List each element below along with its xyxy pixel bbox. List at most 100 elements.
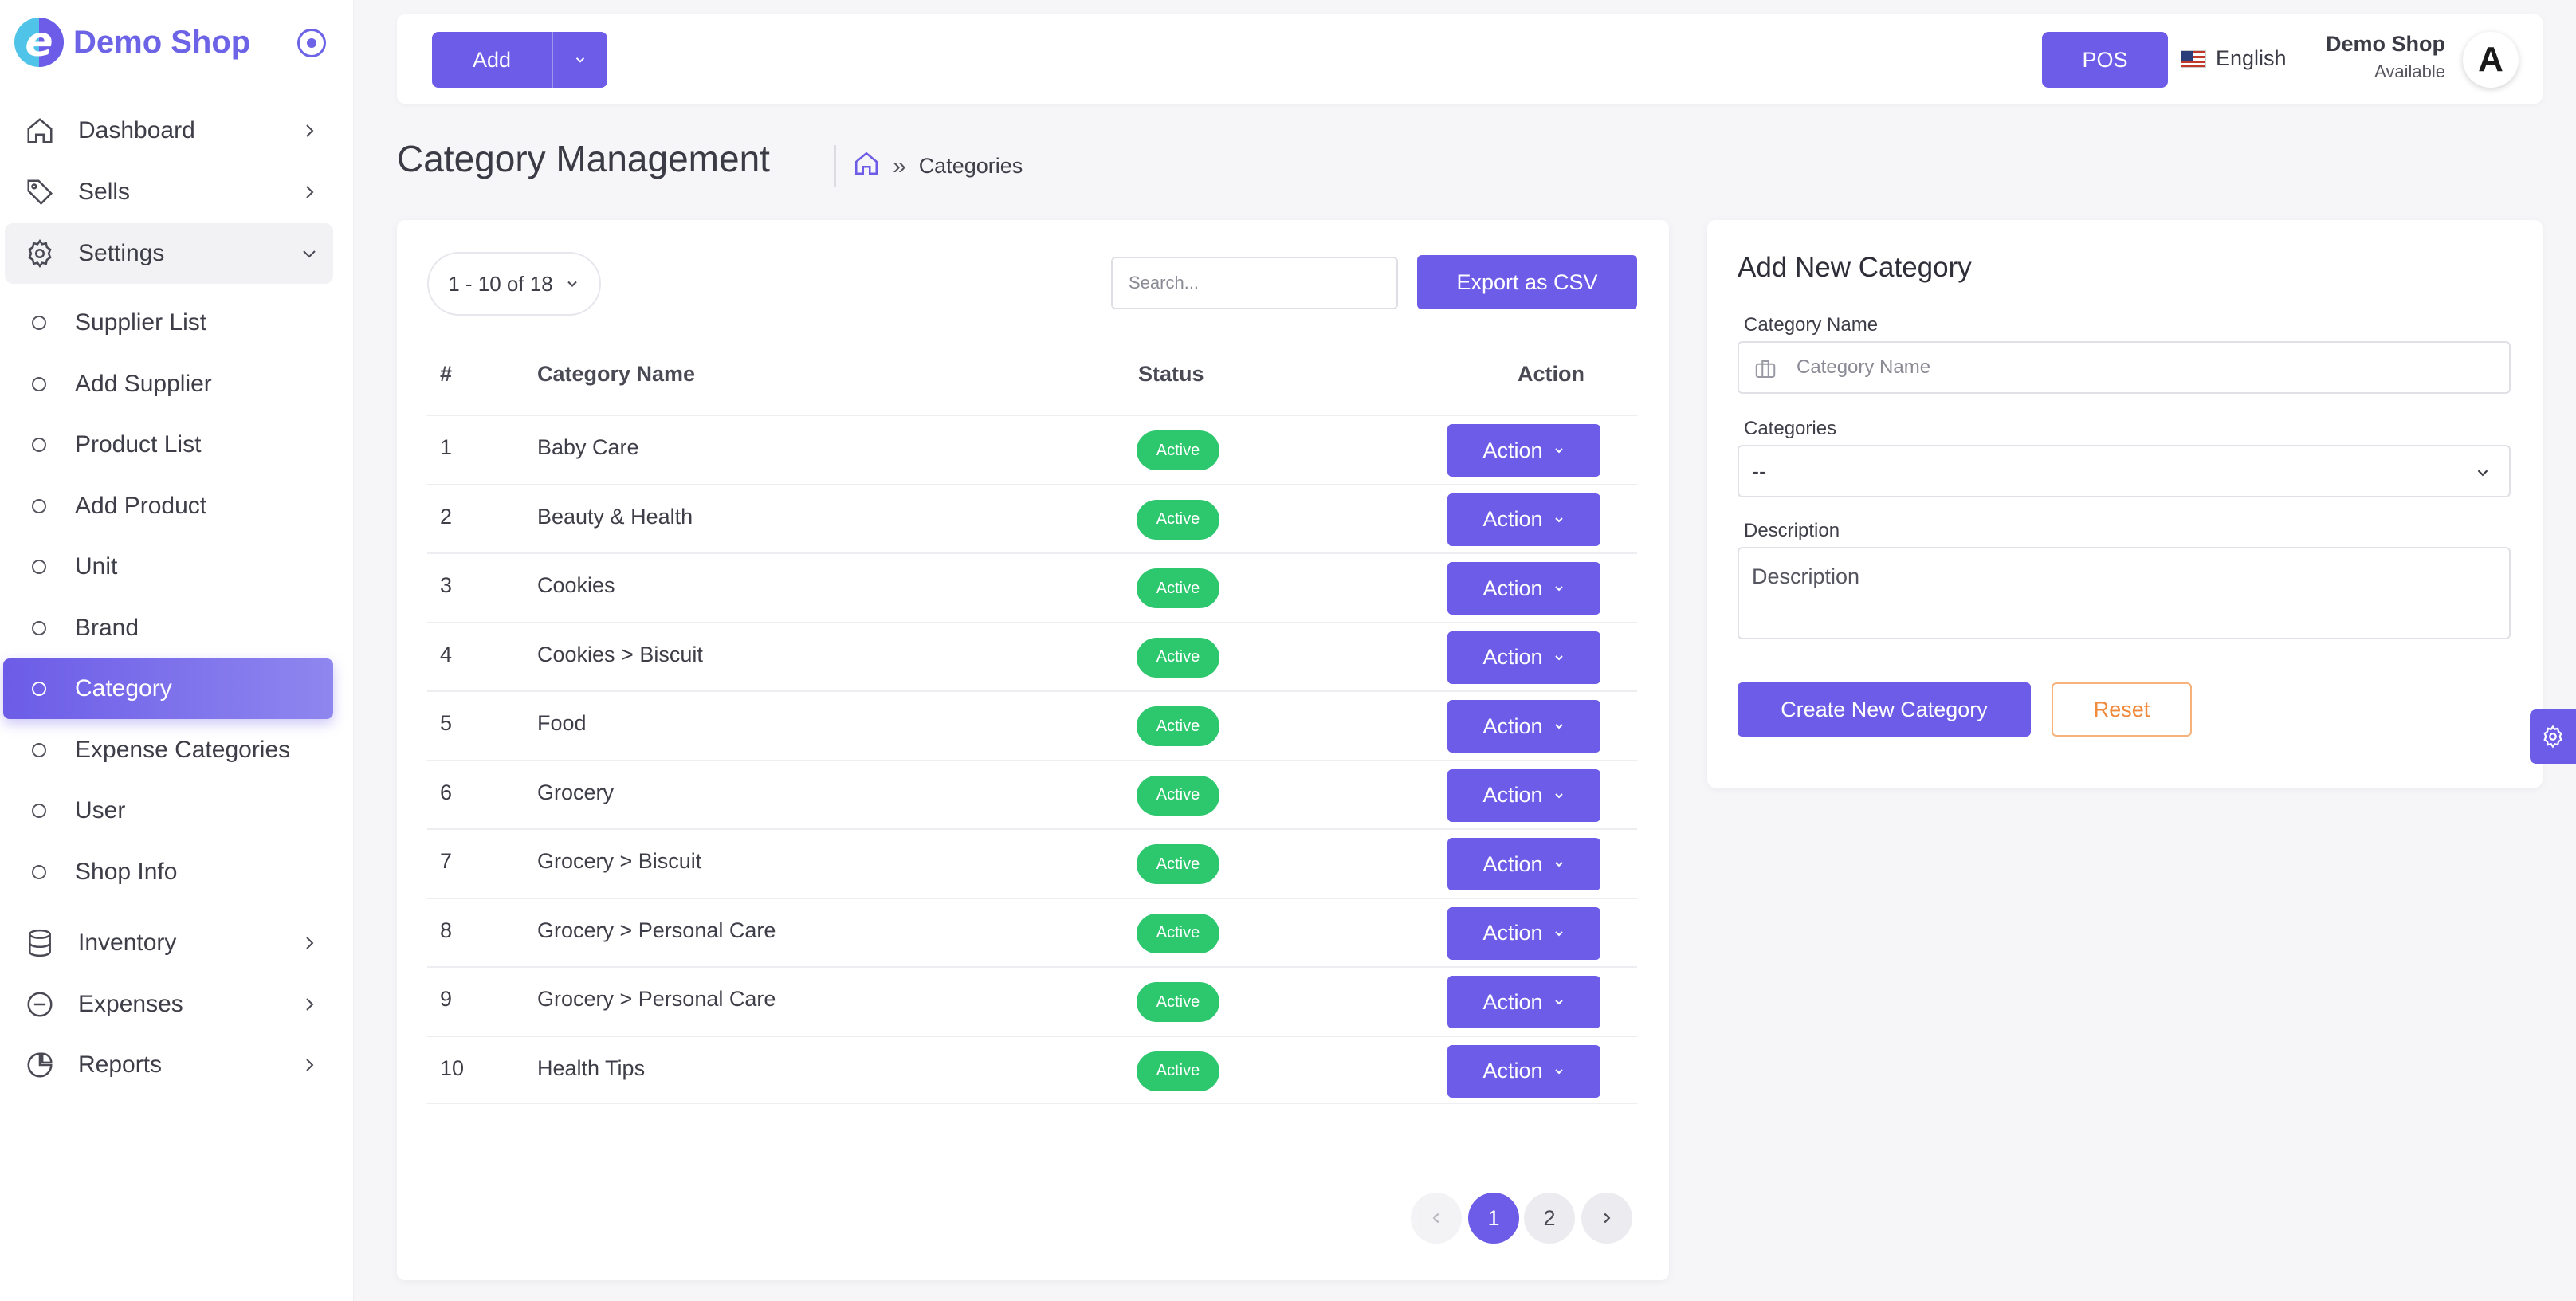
row-number: 4	[440, 642, 453, 666]
table-row: 9 Grocery > Personal Care Active Action	[427, 966, 1637, 1035]
chevron-down-icon	[1554, 862, 1563, 867]
us-flag-icon	[2181, 49, 2206, 68]
circle-bullet-icon	[32, 682, 46, 696]
row-action-label: Action	[1482, 438, 1543, 462]
avatar[interactable]: A	[2463, 32, 2519, 88]
add-category-card: Add New Category Category Name Categorie…	[1707, 220, 2543, 788]
sidebar-subitem-product-list[interactable]: Product List	[3, 415, 333, 474]
reset-button[interactable]: Reset	[2052, 682, 2192, 737]
shop-name: Demo Shop	[2325, 32, 2445, 56]
circle-bullet-icon	[32, 499, 46, 513]
breadcrumb: » Categories	[853, 150, 1023, 183]
database-icon	[24, 927, 56, 959]
shop-info[interactable]: Demo Shop Available	[2286, 32, 2445, 82]
form-title: Add New Category	[1738, 252, 1972, 283]
table-row: 3 Cookies Active Action	[427, 552, 1637, 621]
sidebar-subitem-label: Supplier List	[75, 309, 207, 336]
categories-select[interactable]: --	[1738, 445, 2511, 497]
table-row: 4 Cookies > Biscuit Active Action	[427, 621, 1637, 690]
sidebar-item-label: Sells	[78, 179, 131, 205]
row-action-button[interactable]: Action	[1447, 1044, 1600, 1098]
briefcase-icon	[1755, 360, 1776, 378]
chevron-left-icon	[1432, 1213, 1439, 1224]
row-action-label: Action	[1482, 645, 1543, 669]
row-action-label: Action	[1482, 576, 1543, 600]
category-name-cell: Food	[537, 711, 587, 735]
pie-chart-icon	[24, 1049, 56, 1081]
row-action-button[interactable]: Action	[1447, 838, 1600, 890]
per-page-select[interactable]: 1 - 10 of 18	[427, 252, 601, 316]
sidebar-subitem-brand[interactable]: Brand	[3, 599, 333, 658]
row-number: 2	[440, 504, 453, 529]
gear-icon	[24, 238, 56, 269]
theme-settings-button[interactable]	[2530, 709, 2576, 764]
table-row: 5 Food Active Action	[427, 690, 1637, 759]
row-action-label: Action	[1482, 713, 1543, 738]
sidebar-toggle-icon[interactable]	[297, 29, 326, 57]
logo-icon: e	[14, 18, 64, 67]
pagination-prev[interactable]	[1411, 1193, 1462, 1244]
sidebar-subitem-supplier-list[interactable]: Supplier List	[3, 293, 333, 352]
search-input[interactable]	[1111, 257, 1398, 309]
row-action-button[interactable]: Action	[1447, 906, 1600, 960]
sidebar-item-expenses[interactable]: Expenses	[5, 976, 333, 1033]
sidebar-item-sells[interactable]: Sells	[5, 163, 333, 221]
circle-bullet-icon	[32, 743, 46, 757]
top-bar: Add POS English Demo Shop Available A	[397, 14, 2543, 104]
per-page-label: 1 - 10 of 18	[448, 271, 553, 296]
category-name-cell: Grocery	[537, 780, 615, 804]
sidebar-subitem-category[interactable]: Category	[3, 658, 333, 719]
row-number: 5	[440, 711, 453, 735]
language-selector[interactable]: English	[2181, 46, 2287, 71]
sidebar-item-dashboard[interactable]: Dashboard	[5, 102, 333, 159]
row-action-button[interactable]: Action	[1447, 976, 1600, 1028]
sidebar-subitem-expense-categories[interactable]: Expense Categories	[3, 721, 333, 780]
shop-status: Available	[2374, 61, 2445, 81]
table-row: 2 Beauty & Health Active Action	[427, 483, 1637, 552]
sidebar-subitem-add-supplier[interactable]: Add Supplier	[3, 355, 333, 414]
pagination-next[interactable]	[1581, 1193, 1632, 1244]
row-action-button[interactable]: Action	[1447, 631, 1600, 684]
pagination-page-1[interactable]: 1	[1468, 1193, 1519, 1244]
description-textarea[interactable]	[1738, 547, 2511, 639]
row-action-button[interactable]: Action	[1447, 562, 1600, 615]
circle-bullet-icon	[32, 865, 46, 879]
column-header-action: Action	[1518, 362, 1584, 386]
sidebar-subitem-add-product[interactable]: Add Product	[3, 477, 333, 536]
add-button[interactable]: Add	[432, 32, 552, 88]
status-badge: Active	[1137, 913, 1219, 953]
column-header-status: Status	[1138, 362, 1204, 386]
sidebar-item-reports[interactable]: Reports	[5, 1036, 333, 1094]
sidebar-item-inventory[interactable]: Inventory	[5, 914, 333, 972]
home-icon[interactable]	[853, 150, 880, 183]
add-dropdown-toggle[interactable]	[552, 32, 607, 88]
row-action-button[interactable]: Action	[1447, 700, 1600, 753]
add-button-group: Add	[432, 32, 607, 88]
row-action-button[interactable]: Action	[1447, 768, 1600, 822]
status-badge: Active	[1137, 430, 1219, 470]
category-name-input[interactable]	[1795, 343, 2496, 392]
sidebar-item-label: Reports	[78, 1051, 163, 1078]
pagination-page-2[interactable]: 2	[1524, 1193, 1575, 1244]
pos-button[interactable]: POS	[2042, 32, 2168, 88]
gear-icon	[2543, 725, 2562, 749]
row-action-button[interactable]: Action	[1447, 493, 1600, 546]
export-csv-button[interactable]: Export as CSV	[1417, 255, 1637, 309]
category-name-cell: Grocery > Biscuit	[537, 849, 702, 873]
row-action-button[interactable]: Action	[1447, 424, 1600, 477]
sidebar-subitem-shop-info[interactable]: Shop Info	[3, 843, 333, 902]
sidebar-subitem-label: Product List	[75, 431, 202, 458]
table-row: 7 Grocery > Biscuit Active Action	[427, 828, 1637, 897]
sidebar-item-settings[interactable]: Settings	[5, 223, 333, 284]
table-row: 10 Health Tips Active Action	[427, 1035, 1637, 1104]
sidebar-subitem-label: Shop Info	[75, 859, 178, 885]
row-number: 1	[440, 435, 453, 459]
circle-bullet-icon	[32, 560, 46, 574]
chevron-right-icon	[306, 998, 314, 1011]
description-label: Description	[1744, 520, 1840, 541]
create-category-button[interactable]: Create New Category	[1738, 682, 2031, 737]
sidebar-subitem-user[interactable]: User	[3, 781, 333, 840]
status-badge: Active	[1137, 499, 1219, 540]
sidebar-subitem-unit[interactable]: Unit	[3, 537, 333, 596]
brand-logo[interactable]: e Demo Shop	[14, 16, 250, 69]
